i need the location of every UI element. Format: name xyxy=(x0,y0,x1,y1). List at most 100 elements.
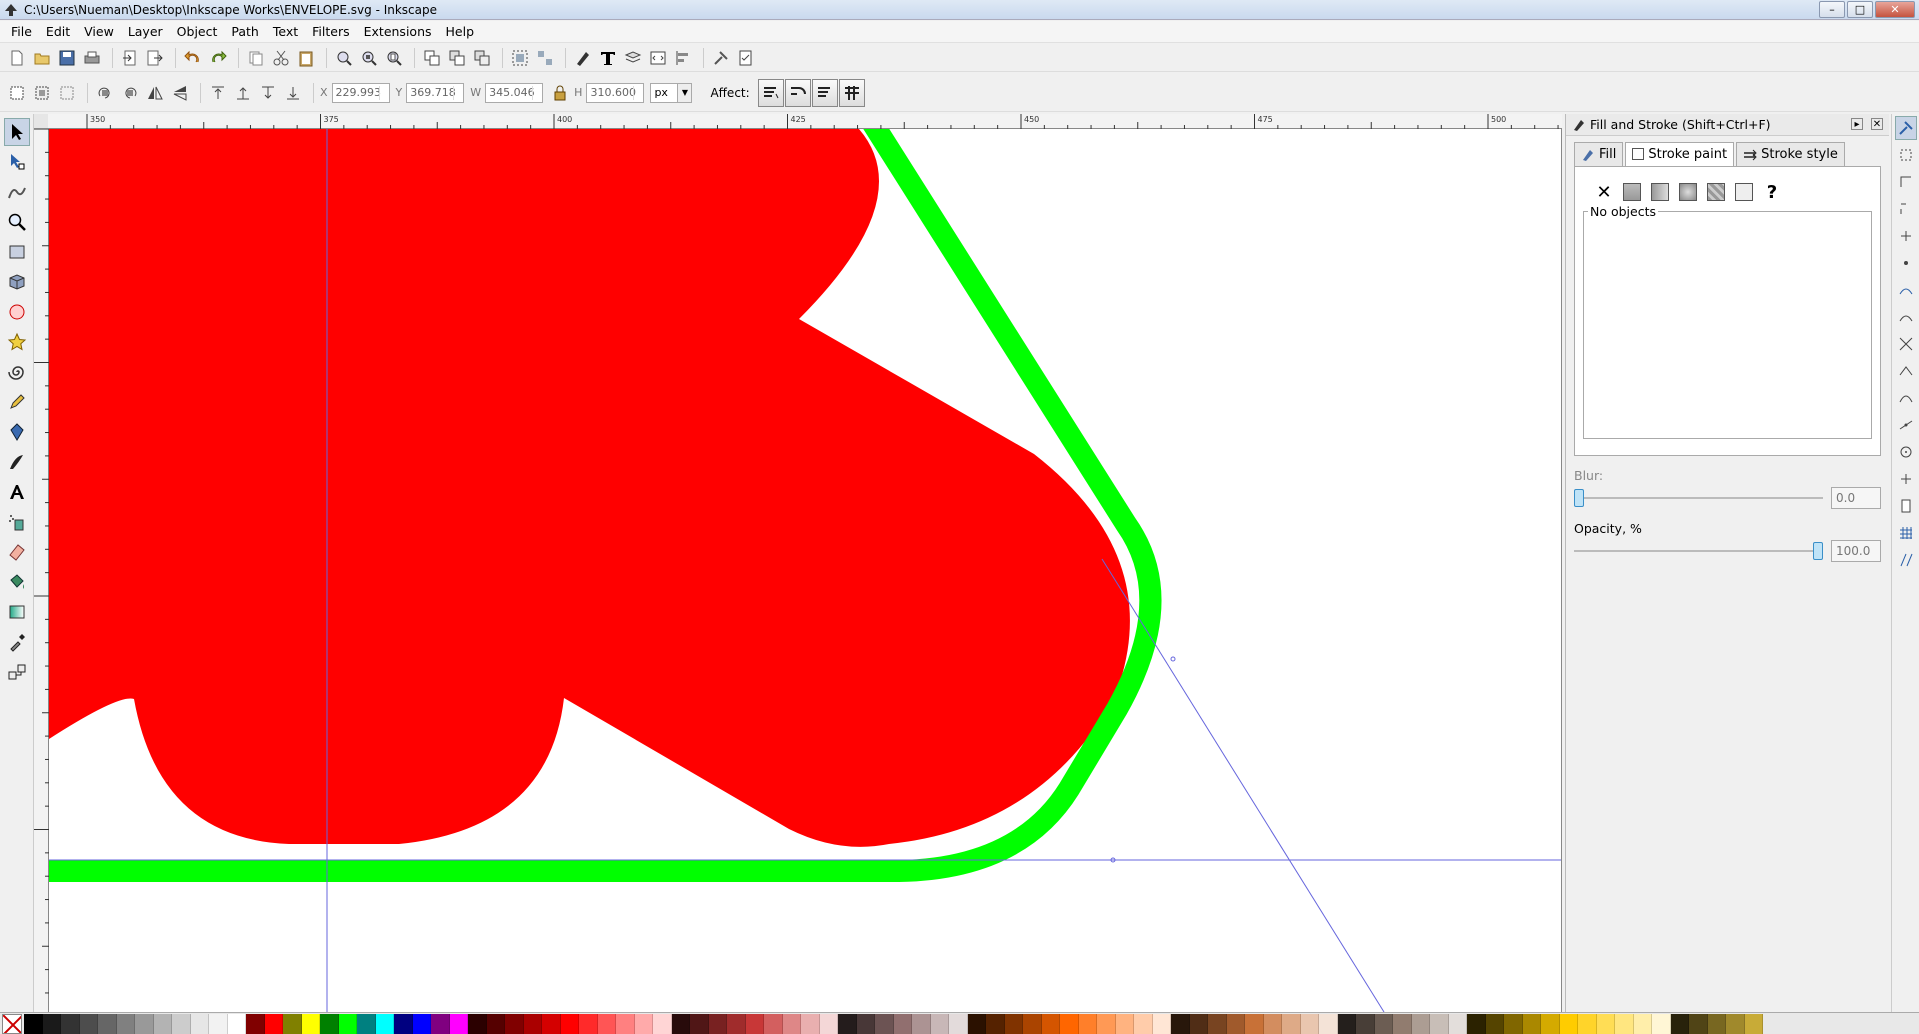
palette-swatch[interactable] xyxy=(1430,1013,1449,1034)
connector-tool[interactable] xyxy=(4,658,30,686)
tab-stroke-style[interactable]: Stroke style xyxy=(1736,142,1845,166)
palette-swatch[interactable] xyxy=(1078,1013,1097,1034)
selector-tool[interactable] xyxy=(3,118,30,146)
palette-swatch[interactable] xyxy=(523,1013,542,1034)
palette-swatch[interactable] xyxy=(412,1013,431,1034)
transform-gradients-toggle[interactable] xyxy=(811,78,838,107)
snap-bbox-center-toggle[interactable] xyxy=(1895,251,1917,275)
flip-horizontal-button[interactable] xyxy=(144,82,166,104)
eraser-tool[interactable] xyxy=(4,538,30,566)
drawing-canvas[interactable] xyxy=(49,129,1562,1012)
palette-swatch[interactable] xyxy=(912,1013,931,1034)
lower-to-bottom-button[interactable] xyxy=(282,82,304,104)
palette-swatch[interactable] xyxy=(1263,1013,1282,1034)
palette-swatch[interactable] xyxy=(708,1013,727,1034)
palette-swatch[interactable] xyxy=(1652,1013,1671,1034)
palette-swatch[interactable] xyxy=(24,1013,43,1034)
gradient-tool[interactable] xyxy=(4,598,30,626)
palette-swatch[interactable] xyxy=(1596,1013,1615,1034)
raise-button[interactable] xyxy=(232,82,254,104)
palette-swatch[interactable] xyxy=(1060,1013,1079,1034)
palette-swatch[interactable] xyxy=(597,1013,616,1034)
bucket-tool[interactable] xyxy=(4,568,30,596)
palette-swatch[interactable] xyxy=(1356,1013,1375,1034)
redo-button[interactable] xyxy=(207,47,229,69)
palette-swatch[interactable] xyxy=(671,1013,690,1034)
opacity-slider[interactable] xyxy=(1574,542,1823,560)
snap-cusp-nodes-toggle[interactable] xyxy=(1895,359,1917,383)
palette-swatch[interactable] xyxy=(209,1013,228,1034)
export-button[interactable] xyxy=(144,47,166,69)
close-button[interactable]: ✕ xyxy=(1875,1,1915,18)
palette-swatch[interactable] xyxy=(1670,1013,1689,1034)
calligraphy-tool[interactable] xyxy=(4,448,30,476)
palette-swatch[interactable] xyxy=(986,1013,1005,1034)
duplicate-button[interactable] xyxy=(421,47,443,69)
palette-swatch[interactable] xyxy=(375,1013,394,1034)
select-all-button[interactable] xyxy=(6,82,28,104)
palette-swatch[interactable] xyxy=(856,1013,875,1034)
palette-swatch[interactable] xyxy=(930,1013,949,1034)
opacity-slider-thumb[interactable] xyxy=(1813,542,1823,560)
palette-swatch[interactable] xyxy=(1541,1013,1560,1034)
zoom-page-button[interactable] xyxy=(383,47,405,69)
palette-swatch[interactable] xyxy=(1448,1013,1467,1034)
palette-swatch[interactable] xyxy=(893,1013,912,1034)
palette-swatch[interactable] xyxy=(357,1013,376,1034)
palette-swatch[interactable] xyxy=(264,1013,283,1034)
horizontal-ruler[interactable]: 350375400425450475500525550575600625650 xyxy=(48,114,1740,129)
palette-swatch[interactable] xyxy=(1282,1013,1301,1034)
palette-swatch[interactable] xyxy=(1115,1013,1134,1034)
copy-button[interactable] xyxy=(245,47,267,69)
palette-swatch[interactable] xyxy=(468,1013,487,1034)
menu-edit[interactable]: Edit xyxy=(39,21,77,43)
palette-swatch[interactable] xyxy=(1023,1013,1042,1034)
palette-swatch[interactable] xyxy=(1615,1013,1634,1034)
w-input[interactable]: 345.046 xyxy=(485,82,544,103)
snap-bbox-edge-toggle[interactable] xyxy=(1895,170,1917,194)
spray-tool[interactable] xyxy=(4,508,30,536)
palette-swatch[interactable] xyxy=(246,1013,265,1034)
palette-swatch[interactable] xyxy=(338,1013,357,1034)
palette-swatch[interactable] xyxy=(135,1013,154,1034)
palette-swatch[interactable] xyxy=(1744,1013,1763,1034)
palette-swatch[interactable] xyxy=(967,1013,986,1034)
flip-vertical-button[interactable] xyxy=(169,82,191,104)
palette-swatch[interactable] xyxy=(227,1013,246,1034)
palette-swatch[interactable] xyxy=(764,1013,783,1034)
palette-swatch[interactable] xyxy=(486,1013,505,1034)
unit-select[interactable]: px ▼ xyxy=(650,82,693,103)
palette-swatch[interactable] xyxy=(560,1013,579,1034)
vertical-ruler[interactable] xyxy=(34,128,49,1012)
select-all-layers-button[interactable] xyxy=(31,82,53,104)
palette-swatch[interactable] xyxy=(542,1013,561,1034)
menu-extensions[interactable]: Extensions xyxy=(357,21,439,43)
palette-swatch[interactable] xyxy=(1467,1013,1486,1034)
palette-swatch[interactable] xyxy=(1726,1013,1745,1034)
palette-swatch[interactable] xyxy=(1504,1013,1523,1034)
flat-color-button[interactable] xyxy=(1621,181,1643,203)
palette-swatch[interactable] xyxy=(1319,1013,1338,1034)
menu-path[interactable]: Path xyxy=(224,21,265,43)
unset-paint-button[interactable]: ? xyxy=(1761,181,1783,203)
snap-smooth-nodes-toggle[interactable] xyxy=(1895,386,1917,410)
palette-swatch[interactable] xyxy=(745,1013,764,1034)
snap-paths-toggle[interactable] xyxy=(1895,305,1917,329)
unlink-clone-button[interactable] xyxy=(471,47,493,69)
snap-bbox-toggle[interactable] xyxy=(1895,143,1917,167)
menu-view[interactable]: View xyxy=(77,21,121,43)
palette-swatch[interactable] xyxy=(1245,1013,1264,1034)
palette-swatch[interactable] xyxy=(79,1013,98,1034)
palette-swatch[interactable] xyxy=(1485,1013,1504,1034)
rect-tool[interactable] xyxy=(4,238,30,266)
transform-patterns-toggle[interactable] xyxy=(838,78,865,107)
3dbox-tool[interactable] xyxy=(4,268,30,296)
palette-swatch[interactable] xyxy=(61,1013,80,1034)
lock-proportions-button[interactable] xyxy=(549,82,571,104)
import-button[interactable] xyxy=(119,47,141,69)
menu-file[interactable]: File xyxy=(4,21,39,43)
menu-object[interactable]: Object xyxy=(170,21,225,43)
palette-swatch[interactable] xyxy=(1337,1013,1356,1034)
swatch-button[interactable] xyxy=(1733,181,1755,203)
palette-swatch[interactable] xyxy=(1522,1013,1541,1034)
